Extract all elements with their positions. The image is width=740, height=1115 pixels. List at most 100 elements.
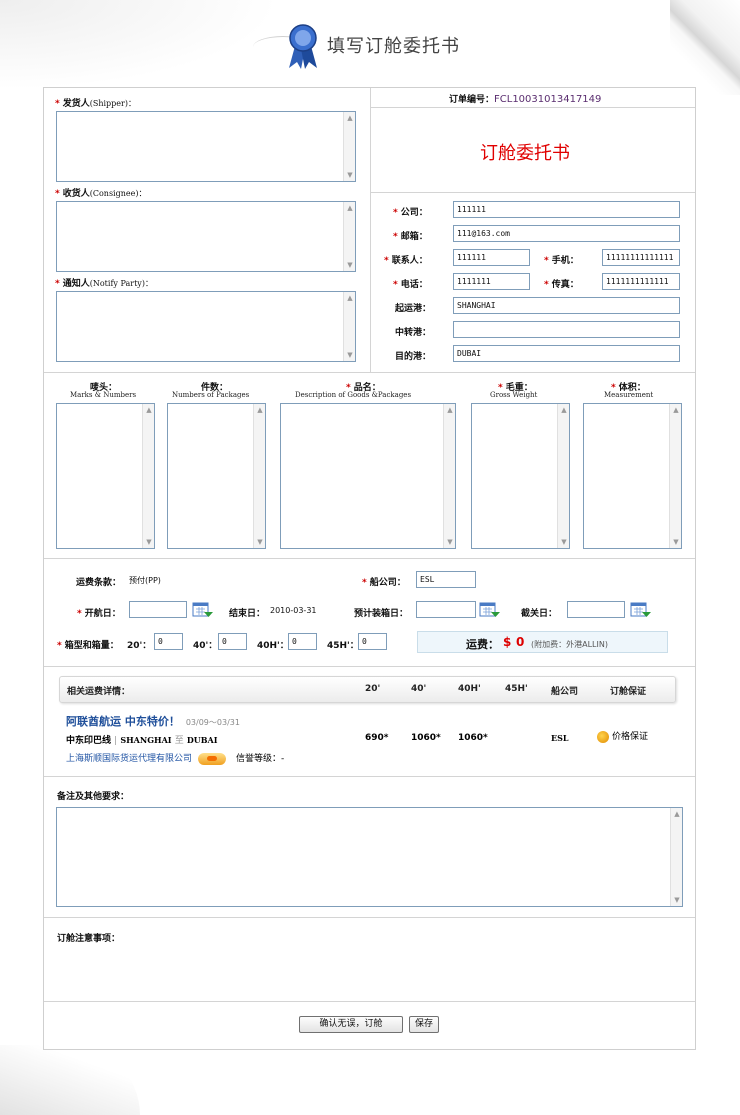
- order-number-label: 订单编号：FCL10031013417149: [449, 94, 602, 105]
- fax-input[interactable]: 1111111111111: [602, 273, 680, 290]
- quote-header-20: 20': [365, 684, 381, 694]
- divider: [44, 1001, 695, 1002]
- terms-value: 预付(PP): [129, 576, 161, 585]
- quote-agent-line: 上海斯顺国际货运代理有限公司 信誉等级：-: [66, 752, 285, 765]
- freight-value: 0: [516, 635, 525, 649]
- carrier-input[interactable]: ESL: [416, 571, 476, 588]
- page-curl-decoration-bottom: [0, 1045, 140, 1115]
- divider: [370, 192, 695, 193]
- freight-currency: $: [503, 635, 512, 649]
- order-number: FCL10031013417149: [494, 94, 602, 105]
- pol-input[interactable]: SHANGHAI: [453, 297, 680, 314]
- sail-date-input[interactable]: [129, 601, 187, 618]
- c20-input[interactable]: 0: [154, 633, 183, 650]
- page-shadow: [0, 0, 280, 90]
- shipper-label: * 发货人(Shipper)：: [55, 99, 136, 109]
- calendar-icon[interactable]: [479, 602, 501, 618]
- freight-label: 运费：: [466, 638, 499, 651]
- mobile-label: * 手机：: [544, 256, 579, 266]
- transit-label: 中转港：: [395, 328, 432, 338]
- packages-label-en: Numbers of Packages: [172, 391, 250, 399]
- quote-header-carrier: 船公司: [551, 687, 579, 697]
- save-button[interactable]: 保存: [409, 1016, 439, 1033]
- c45h-input[interactable]: 0: [358, 633, 387, 650]
- gold-member-icon: [198, 752, 227, 765]
- packages-textarea[interactable]: ▲ ▼: [167, 403, 266, 549]
- weight-textarea[interactable]: ▲ ▼: [471, 403, 570, 549]
- consignee-label: * 收货人(Consignee)：: [55, 189, 147, 199]
- remarks-textarea[interactable]: ▲ ▼: [56, 807, 683, 907]
- c40h-label: 40H'：: [257, 641, 289, 651]
- end-date-value: 2010-03-31: [270, 606, 317, 615]
- container-label: * 箱型和箱量：: [57, 641, 119, 651]
- pod-label: 目的港：: [395, 352, 432, 362]
- email-input[interactable]: 111@163.com: [453, 225, 680, 242]
- quote-route: 中东印巴线 | SHANGHAI 至 DUBAI: [66, 735, 218, 746]
- company-input[interactable]: 111111: [453, 201, 680, 218]
- pol-label: 起运港：: [395, 304, 432, 314]
- marks-label-en: Marks & Numbers: [70, 391, 137, 399]
- fax-label: * 传真：: [544, 280, 579, 290]
- quote-header-detail: 相关运费详情：: [67, 687, 131, 697]
- weight-label-en: Gross Weight: [490, 391, 538, 399]
- load-date-input[interactable]: [416, 601, 476, 618]
- volume-label-en: Measurement: [604, 391, 654, 399]
- c20-label: 20'：: [127, 641, 152, 651]
- remarks-label: 备注及其他要求：: [57, 792, 130, 802]
- quote-header-40h: 40H': [458, 684, 481, 694]
- divider: [44, 776, 695, 777]
- quote-price-20: 690*: [365, 733, 389, 743]
- c40-input[interactable]: 0: [218, 633, 247, 650]
- phone-label: * 电话：: [393, 280, 428, 290]
- coin-icon: [597, 730, 609, 743]
- quote-title[interactable]: 阿联酋航运 中东特价！ 03/09～03/31: [66, 713, 240, 729]
- quote-header-45h: 45H': [505, 684, 528, 694]
- c40h-input[interactable]: 0: [288, 633, 317, 650]
- c45h-label: 45H'：: [327, 641, 359, 651]
- divider: [370, 107, 695, 108]
- email-label: * 邮箱：: [393, 232, 428, 242]
- goods-textarea[interactable]: ▲ ▼: [280, 403, 456, 549]
- divider: [44, 666, 695, 667]
- goods-label-en: Description of Goods &Packages: [295, 391, 412, 399]
- carrier-label: * 船公司：: [362, 578, 406, 588]
- terms-label: 运费条款：: [76, 578, 122, 588]
- mobile-input[interactable]: 11111111111111: [602, 249, 680, 266]
- c40-label: 40'：: [193, 641, 218, 651]
- end-date-label: 结束日：: [229, 609, 266, 619]
- phone-input[interactable]: 1111111: [453, 273, 530, 290]
- notify-textarea[interactable]: ▲ ▼: [56, 291, 356, 362]
- notice-label: 订舱注意事项：: [57, 934, 121, 944]
- quote-header-40: 40': [411, 684, 427, 694]
- confirm-booking-button[interactable]: 确认无误，订舱: [299, 1016, 403, 1033]
- cutoff-date-label: 截关日：: [521, 609, 558, 619]
- calendar-icon[interactable]: [630, 602, 652, 618]
- company-label: * 公司：: [393, 208, 428, 218]
- volume-textarea[interactable]: ▲ ▼: [583, 403, 682, 549]
- quote-date: 03/09～03/31: [185, 718, 240, 727]
- ribbon-badge-icon: [289, 24, 317, 69]
- cutoff-date-input[interactable]: [567, 601, 625, 618]
- divider: [370, 88, 371, 372]
- quote-price-40: 1060*: [411, 733, 441, 743]
- calendar-icon[interactable]: [192, 602, 214, 618]
- agent-link[interactable]: 上海斯顺国际货运代理有限公司: [66, 754, 192, 764]
- consignee-textarea[interactable]: ▲ ▼: [56, 201, 356, 272]
- transit-input[interactable]: [453, 321, 680, 338]
- page-curl-decoration: [670, 0, 740, 95]
- shipper-textarea[interactable]: ▲ ▼: [56, 111, 356, 182]
- quote-header-guarantee: 订舱保证: [610, 687, 647, 697]
- load-date-label: 预计装箱日：: [354, 609, 409, 619]
- quote-price-40h: 1060*: [458, 733, 488, 743]
- page-title: 填写订舱委托书: [327, 36, 460, 57]
- quote-carrier: ESL: [551, 733, 569, 743]
- divider: [44, 917, 695, 918]
- price-guarantee: 价格保证: [597, 729, 648, 743]
- contact-person-input[interactable]: 111111: [453, 249, 530, 266]
- pod-input[interactable]: DUBAI: [453, 345, 680, 362]
- marks-textarea[interactable]: ▲ ▼: [56, 403, 155, 549]
- contact-person-label: * 联系人：: [384, 256, 428, 266]
- divider: [44, 558, 695, 559]
- freight-note: (附加费：外港ALLIN): [531, 640, 608, 649]
- form-title: 订舱委托书: [480, 143, 570, 164]
